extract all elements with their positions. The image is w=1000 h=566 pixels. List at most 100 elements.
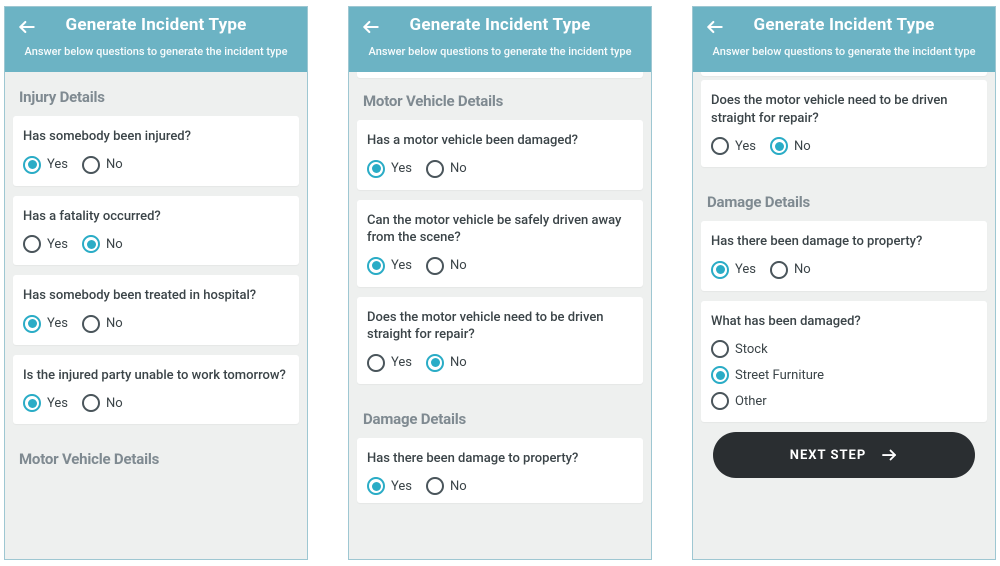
radio-street-furniture[interactable]: Street Furniture — [711, 366, 977, 384]
radio-label: No — [794, 139, 811, 154]
next-step-button[interactable]: NEXT STEP — [713, 432, 975, 478]
section-damage-details: Damage Details — [701, 177, 987, 221]
radio-icon — [367, 477, 385, 495]
radio-label: Yes — [391, 161, 412, 176]
radio-icon — [711, 137, 729, 155]
back-button[interactable] — [15, 15, 39, 39]
question-label: Can the motor vehicle be safely driven a… — [367, 212, 633, 247]
radio-yes[interactable]: Yes — [23, 235, 68, 253]
radio-icon — [82, 394, 100, 412]
radio-yes[interactable]: Yes — [367, 257, 412, 275]
radio-group: Yes No — [23, 315, 289, 333]
question-card-mv-safe-drive: Can the motor vehicle be safely driven a… — [357, 200, 643, 287]
radio-yes[interactable]: Yes — [711, 137, 756, 155]
radio-icon — [711, 340, 729, 358]
radio-icon — [770, 137, 788, 155]
question-card-mv-damaged: Has a motor vehicle been damaged? Yes No — [357, 120, 643, 190]
question-card-mv-repair: Does the motor vehicle need to be driven… — [357, 297, 643, 384]
page-subtitle: Answer below questions to generate the i… — [703, 45, 985, 58]
radio-label: Yes — [735, 262, 756, 277]
radio-icon — [367, 257, 385, 275]
page-title: Generate Incident Type — [15, 15, 297, 35]
radio-label: Yes — [391, 355, 412, 370]
partial-card-top — [357, 72, 643, 78]
radio-label: No — [450, 161, 467, 176]
radio-no[interactable]: No — [770, 137, 811, 155]
radio-icon — [82, 156, 100, 174]
radio-no[interactable]: No — [82, 315, 123, 333]
radio-icon — [711, 261, 729, 279]
radio-label: No — [106, 316, 123, 331]
screen-2: Generate Incident Type Answer below ques… — [348, 6, 652, 560]
radio-icon — [711, 366, 729, 384]
radio-stock[interactable]: Stock — [711, 340, 977, 358]
question-label: Has somebody been treated in hospital? — [23, 287, 289, 305]
radio-icon — [770, 261, 788, 279]
back-button[interactable] — [359, 15, 383, 39]
radio-icon — [82, 235, 100, 253]
radio-no[interactable]: No — [426, 257, 467, 275]
question-card-what-damaged: What has been damaged? Stock Street Furn… — [701, 301, 987, 423]
radio-label: Yes — [391, 258, 412, 273]
radio-yes[interactable]: Yes — [367, 477, 412, 495]
question-label: Has there been damage to property? — [711, 233, 977, 251]
radio-no[interactable]: No — [82, 156, 123, 174]
radio-label: No — [794, 262, 811, 277]
radio-label: No — [106, 237, 123, 252]
radio-yes[interactable]: Yes — [23, 315, 68, 333]
scroll-area[interactable]: Does the motor vehicle need to be driven… — [693, 72, 995, 559]
question-card-mv-repair: Does the motor vehicle need to be driven… — [701, 80, 987, 167]
scroll-area[interactable]: Injury Details Has somebody been injured… — [5, 72, 307, 559]
question-card-prop-damage: Has there been damage to property? Yes N… — [357, 438, 643, 504]
radio-no[interactable]: No — [82, 394, 123, 412]
radio-group: Stock Street Furniture Other — [711, 340, 977, 410]
radio-group: Yes No — [23, 156, 289, 174]
question-label: Is the injured party unable to work tomo… — [23, 367, 289, 385]
radio-label: Stock — [735, 342, 768, 357]
radio-label: No — [450, 479, 467, 494]
radio-other[interactable]: Other — [711, 392, 977, 410]
radio-no[interactable]: No — [426, 477, 467, 495]
arrow-left-icon — [705, 17, 725, 37]
radio-group: Yes No — [367, 160, 633, 178]
radio-group: Yes No — [367, 354, 633, 372]
radio-group: Yes No — [23, 394, 289, 412]
radio-group: Yes No — [711, 137, 977, 155]
radio-yes[interactable]: Yes — [23, 156, 68, 174]
radio-icon — [426, 257, 444, 275]
radio-no[interactable]: No — [426, 354, 467, 372]
radio-label: No — [106, 396, 123, 411]
radio-icon — [23, 156, 41, 174]
question-label: Has somebody been injured? — [23, 128, 289, 146]
radio-yes[interactable]: Yes — [367, 160, 412, 178]
radio-label: Yes — [47, 237, 68, 252]
arrow-left-icon — [17, 17, 37, 37]
question-card-injured: Has somebody been injured? Yes No — [13, 116, 299, 186]
radio-yes[interactable]: Yes — [23, 394, 68, 412]
radio-icon — [426, 477, 444, 495]
question-label: Does the motor vehicle need to be driven… — [367, 309, 633, 344]
radio-label: Yes — [47, 157, 68, 172]
scroll-area[interactable]: Motor Vehicle Details Has a motor vehicl… — [349, 72, 651, 559]
radio-yes[interactable]: Yes — [367, 354, 412, 372]
app-header: Generate Incident Type Answer below ques… — [349, 7, 651, 72]
question-card-hospital: Has somebody been treated in hospital? Y… — [13, 275, 299, 345]
radio-no[interactable]: No — [426, 160, 467, 178]
back-button[interactable] — [703, 15, 727, 39]
page-title: Generate Incident Type — [703, 15, 985, 35]
radio-yes[interactable]: Yes — [711, 261, 756, 279]
radio-group: Yes No — [367, 257, 633, 275]
radio-group: Yes No — [23, 235, 289, 253]
screen-1: Generate Incident Type Answer below ques… — [4, 6, 308, 560]
app-header: Generate Incident Type Answer below ques… — [693, 7, 995, 72]
radio-label: No — [450, 258, 467, 273]
radio-no[interactable]: No — [82, 235, 123, 253]
page-title: Generate Incident Type — [359, 15, 641, 35]
question-label: Has a motor vehicle been damaged? — [367, 132, 633, 150]
radio-no[interactable]: No — [770, 261, 811, 279]
radio-label: Street Furniture — [735, 368, 824, 383]
radio-label: No — [450, 355, 467, 370]
app-header: Generate Incident Type Answer below ques… — [5, 7, 307, 72]
page-subtitle: Answer below questions to generate the i… — [359, 45, 641, 58]
question-label: What has been damaged? — [711, 313, 977, 331]
